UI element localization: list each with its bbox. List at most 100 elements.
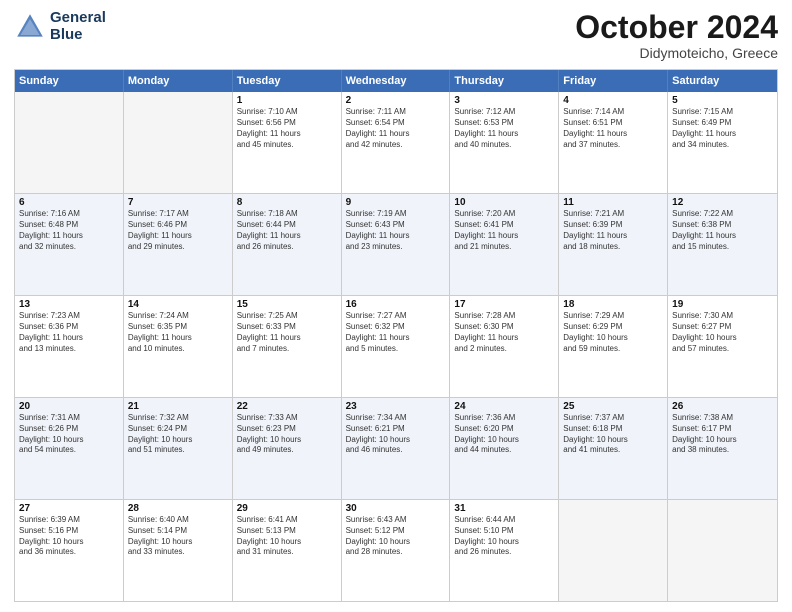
calendar-row-4: 27Sunrise: 6:39 AM Sunset: 5:16 PM Dayli… bbox=[15, 499, 777, 601]
day-info: Sunrise: 6:44 AM Sunset: 5:10 PM Dayligh… bbox=[454, 515, 554, 558]
day-cell-13: 13Sunrise: 7:23 AM Sunset: 6:36 PM Dayli… bbox=[15, 296, 124, 397]
day-cell-6: 6Sunrise: 7:16 AM Sunset: 6:48 PM Daylig… bbox=[15, 194, 124, 295]
day-number: 26 bbox=[672, 401, 773, 412]
day-number: 9 bbox=[346, 197, 446, 208]
day-cell-7: 7Sunrise: 7:17 AM Sunset: 6:46 PM Daylig… bbox=[124, 194, 233, 295]
day-number: 5 bbox=[672, 95, 773, 106]
day-cell-30: 30Sunrise: 6:43 AM Sunset: 5:12 PM Dayli… bbox=[342, 500, 451, 601]
day-cell-2: 2Sunrise: 7:11 AM Sunset: 6:54 PM Daylig… bbox=[342, 92, 451, 193]
day-info: Sunrise: 7:25 AM Sunset: 6:33 PM Dayligh… bbox=[237, 311, 337, 354]
day-cell-4: 4Sunrise: 7:14 AM Sunset: 6:51 PM Daylig… bbox=[559, 92, 668, 193]
day-cell-25: 25Sunrise: 7:37 AM Sunset: 6:18 PM Dayli… bbox=[559, 398, 668, 499]
day-cell-8: 8Sunrise: 7:18 AM Sunset: 6:44 PM Daylig… bbox=[233, 194, 342, 295]
day-number: 2 bbox=[346, 95, 446, 106]
calendar-row-0: 1Sunrise: 7:10 AM Sunset: 6:56 PM Daylig… bbox=[15, 92, 777, 193]
day-info: Sunrise: 7:36 AM Sunset: 6:20 PM Dayligh… bbox=[454, 413, 554, 456]
day-number: 7 bbox=[128, 197, 228, 208]
empty-cell bbox=[559, 500, 668, 601]
day-cell-1: 1Sunrise: 7:10 AM Sunset: 6:56 PM Daylig… bbox=[233, 92, 342, 193]
header-day-saturday: Saturday bbox=[668, 70, 777, 92]
location: Didymoteicho, Greece bbox=[575, 45, 778, 61]
day-number: 12 bbox=[672, 197, 773, 208]
day-info: Sunrise: 6:43 AM Sunset: 5:12 PM Dayligh… bbox=[346, 515, 446, 558]
day-cell-29: 29Sunrise: 6:41 AM Sunset: 5:13 PM Dayli… bbox=[233, 500, 342, 601]
header-day-sunday: Sunday bbox=[15, 70, 124, 92]
day-number: 25 bbox=[563, 401, 663, 412]
day-info: Sunrise: 6:41 AM Sunset: 5:13 PM Dayligh… bbox=[237, 515, 337, 558]
day-number: 29 bbox=[237, 503, 337, 514]
day-number: 13 bbox=[19, 299, 119, 310]
day-number: 24 bbox=[454, 401, 554, 412]
day-cell-31: 31Sunrise: 6:44 AM Sunset: 5:10 PM Dayli… bbox=[450, 500, 559, 601]
calendar-header: SundayMondayTuesdayWednesdayThursdayFrid… bbox=[15, 70, 777, 92]
calendar-body: 1Sunrise: 7:10 AM Sunset: 6:56 PM Daylig… bbox=[15, 92, 777, 601]
empty-cell bbox=[15, 92, 124, 193]
day-info: Sunrise: 7:23 AM Sunset: 6:36 PM Dayligh… bbox=[19, 311, 119, 354]
day-cell-27: 27Sunrise: 6:39 AM Sunset: 5:16 PM Dayli… bbox=[15, 500, 124, 601]
logo-text: General Blue bbox=[50, 10, 106, 43]
day-info: Sunrise: 7:30 AM Sunset: 6:27 PM Dayligh… bbox=[672, 311, 773, 354]
day-info: Sunrise: 7:37 AM Sunset: 6:18 PM Dayligh… bbox=[563, 413, 663, 456]
day-info: Sunrise: 7:31 AM Sunset: 6:26 PM Dayligh… bbox=[19, 413, 119, 456]
day-number: 6 bbox=[19, 197, 119, 208]
day-info: Sunrise: 7:33 AM Sunset: 6:23 PM Dayligh… bbox=[237, 413, 337, 456]
day-info: Sunrise: 7:15 AM Sunset: 6:49 PM Dayligh… bbox=[672, 107, 773, 150]
day-number: 17 bbox=[454, 299, 554, 310]
day-cell-15: 15Sunrise: 7:25 AM Sunset: 6:33 PM Dayli… bbox=[233, 296, 342, 397]
logo-icon bbox=[14, 11, 46, 43]
day-cell-10: 10Sunrise: 7:20 AM Sunset: 6:41 PM Dayli… bbox=[450, 194, 559, 295]
day-cell-17: 17Sunrise: 7:28 AM Sunset: 6:30 PM Dayli… bbox=[450, 296, 559, 397]
header-day-monday: Monday bbox=[124, 70, 233, 92]
day-number: 11 bbox=[563, 197, 663, 208]
day-cell-28: 28Sunrise: 6:40 AM Sunset: 5:14 PM Dayli… bbox=[124, 500, 233, 601]
calendar-row-3: 20Sunrise: 7:31 AM Sunset: 6:26 PM Dayli… bbox=[15, 397, 777, 499]
day-cell-12: 12Sunrise: 7:22 AM Sunset: 6:38 PM Dayli… bbox=[668, 194, 777, 295]
day-cell-18: 18Sunrise: 7:29 AM Sunset: 6:29 PM Dayli… bbox=[559, 296, 668, 397]
day-info: Sunrise: 7:29 AM Sunset: 6:29 PM Dayligh… bbox=[563, 311, 663, 354]
day-number: 3 bbox=[454, 95, 554, 106]
header-day-tuesday: Tuesday bbox=[233, 70, 342, 92]
day-number: 16 bbox=[346, 299, 446, 310]
header-day-thursday: Thursday bbox=[450, 70, 559, 92]
day-number: 31 bbox=[454, 503, 554, 514]
logo-line2: Blue bbox=[50, 27, 106, 44]
header: General Blue October 2024 Didymoteicho, … bbox=[14, 10, 778, 61]
day-info: Sunrise: 7:32 AM Sunset: 6:24 PM Dayligh… bbox=[128, 413, 228, 456]
day-cell-21: 21Sunrise: 7:32 AM Sunset: 6:24 PM Dayli… bbox=[124, 398, 233, 499]
day-info: Sunrise: 7:18 AM Sunset: 6:44 PM Dayligh… bbox=[237, 209, 337, 252]
day-cell-9: 9Sunrise: 7:19 AM Sunset: 6:43 PM Daylig… bbox=[342, 194, 451, 295]
day-number: 1 bbox=[237, 95, 337, 106]
day-cell-14: 14Sunrise: 7:24 AM Sunset: 6:35 PM Dayli… bbox=[124, 296, 233, 397]
header-day-friday: Friday bbox=[559, 70, 668, 92]
day-number: 19 bbox=[672, 299, 773, 310]
day-number: 14 bbox=[128, 299, 228, 310]
day-cell-22: 22Sunrise: 7:33 AM Sunset: 6:23 PM Dayli… bbox=[233, 398, 342, 499]
day-cell-3: 3Sunrise: 7:12 AM Sunset: 6:53 PM Daylig… bbox=[450, 92, 559, 193]
calendar-row-2: 13Sunrise: 7:23 AM Sunset: 6:36 PM Dayli… bbox=[15, 295, 777, 397]
day-info: Sunrise: 7:11 AM Sunset: 6:54 PM Dayligh… bbox=[346, 107, 446, 150]
logo-line1: General bbox=[50, 10, 106, 27]
day-info: Sunrise: 6:39 AM Sunset: 5:16 PM Dayligh… bbox=[19, 515, 119, 558]
day-info: Sunrise: 7:16 AM Sunset: 6:48 PM Dayligh… bbox=[19, 209, 119, 252]
empty-cell bbox=[124, 92, 233, 193]
page: General Blue October 2024 Didymoteicho, … bbox=[0, 0, 792, 612]
day-info: Sunrise: 7:38 AM Sunset: 6:17 PM Dayligh… bbox=[672, 413, 773, 456]
day-number: 22 bbox=[237, 401, 337, 412]
month-title: October 2024 bbox=[575, 10, 778, 45]
day-info: Sunrise: 7:17 AM Sunset: 6:46 PM Dayligh… bbox=[128, 209, 228, 252]
day-number: 20 bbox=[19, 401, 119, 412]
day-number: 15 bbox=[237, 299, 337, 310]
day-number: 27 bbox=[19, 503, 119, 514]
day-cell-24: 24Sunrise: 7:36 AM Sunset: 6:20 PM Dayli… bbox=[450, 398, 559, 499]
day-cell-20: 20Sunrise: 7:31 AM Sunset: 6:26 PM Dayli… bbox=[15, 398, 124, 499]
day-cell-19: 19Sunrise: 7:30 AM Sunset: 6:27 PM Dayli… bbox=[668, 296, 777, 397]
day-info: Sunrise: 7:34 AM Sunset: 6:21 PM Dayligh… bbox=[346, 413, 446, 456]
day-number: 10 bbox=[454, 197, 554, 208]
title-block: October 2024 Didymoteicho, Greece bbox=[575, 10, 778, 61]
day-number: 4 bbox=[563, 95, 663, 106]
day-info: Sunrise: 7:20 AM Sunset: 6:41 PM Dayligh… bbox=[454, 209, 554, 252]
day-cell-11: 11Sunrise: 7:21 AM Sunset: 6:39 PM Dayli… bbox=[559, 194, 668, 295]
day-cell-23: 23Sunrise: 7:34 AM Sunset: 6:21 PM Dayli… bbox=[342, 398, 451, 499]
day-info: Sunrise: 7:27 AM Sunset: 6:32 PM Dayligh… bbox=[346, 311, 446, 354]
day-number: 28 bbox=[128, 503, 228, 514]
